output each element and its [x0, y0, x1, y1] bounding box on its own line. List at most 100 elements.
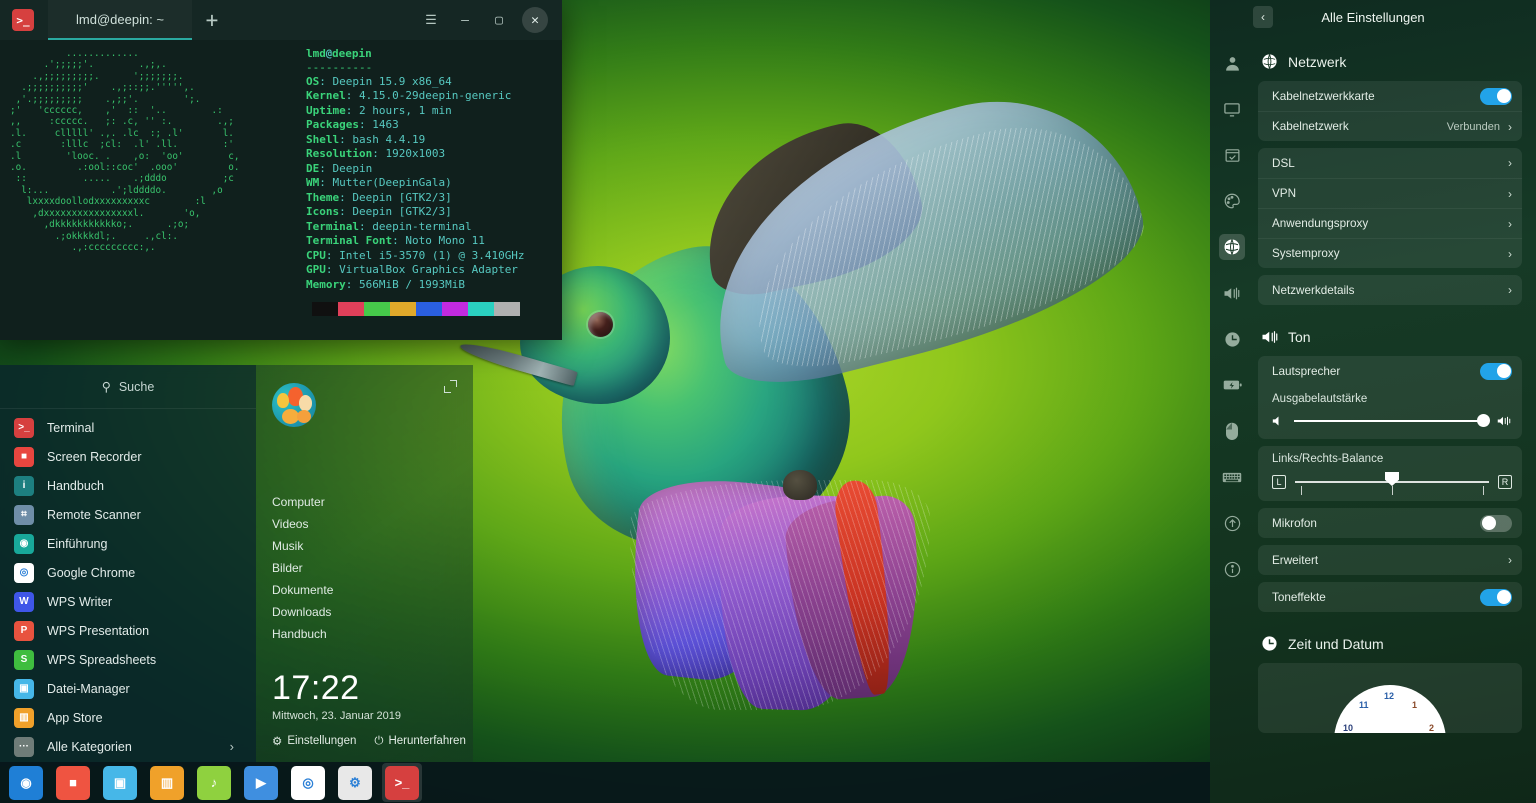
launcher-place-item[interactable]: Downloads — [272, 601, 473, 623]
settings-rail-default-apps[interactable] — [1219, 142, 1245, 168]
launcher-app-item[interactable]: iHandbuch — [0, 471, 256, 500]
dock-item-music[interactable]: ♪ — [194, 763, 234, 802]
settings-row[interactable]: Systemproxy› — [1258, 238, 1522, 268]
speaker-row[interactable]: Lautsprecher — [1258, 356, 1522, 386]
sound-card-effects: Toneffekte — [1258, 582, 1522, 612]
settings-toggle[interactable] — [1480, 88, 1512, 105]
settings-row[interactable]: DSL› — [1258, 148, 1522, 178]
dock-item-chrome[interactable]: ◎ — [288, 763, 328, 802]
new-tab-button[interactable]: + — [192, 0, 232, 40]
advanced-row[interactable]: Erweitert › — [1258, 545, 1522, 575]
launcher-app-label: Google Chrome — [47, 566, 135, 580]
settings-row[interactable]: Anwendungsproxy› — [1258, 208, 1522, 238]
sound-effects-row[interactable]: Toneffekte — [1258, 582, 1522, 612]
launcher-app-list: >_Terminal■Screen RecorderiHandbuch⌗Remo… — [0, 409, 256, 761]
settings-rail-keyboard[interactable] — [1219, 464, 1245, 490]
application-launcher[interactable]: ⚲ Suche >_Terminal■Screen RecorderiHandb… — [0, 365, 473, 766]
hummingbird-wing-dark — [687, 111, 933, 303]
volume-label: Ausgabelautstärke — [1272, 393, 1512, 405]
launcher-place-item[interactable]: Dokumente — [272, 579, 473, 601]
settings-row-label: VPN — [1272, 187, 1296, 200]
settings-row[interactable]: Netzwerkdetails› — [1258, 275, 1522, 305]
launcher-place-item[interactable]: Computer — [272, 491, 473, 513]
volume-slider[interactable] — [1294, 420, 1488, 422]
neofetch-row: OS: Deepin 15.9 x86_64 — [306, 75, 525, 90]
launcher-app-item[interactable]: ◉Einführung — [0, 529, 256, 558]
balance-right-label: R — [1498, 475, 1512, 489]
settings-rail-display[interactable] — [1219, 96, 1245, 122]
launcher-app-item[interactable]: PWPS Presentation — [0, 616, 256, 645]
settings-row[interactable]: VPN› — [1258, 178, 1522, 208]
close-button[interactable]: ✕ — [522, 7, 548, 33]
terminal-color-palette — [312, 302, 525, 316]
page-title: Alle Einstellungen — [1210, 10, 1536, 25]
settings-content: Netzwerk Kabelnetzwerkkarte Kabelnetzwerk… — [1254, 34, 1536, 803]
app-store-icon: ▥ — [14, 708, 34, 728]
launcher-app-item[interactable]: ···Alle Kategorien› — [0, 732, 256, 761]
launcher-app-item[interactable]: ▥App Store — [0, 703, 256, 732]
launcher-place-item[interactable]: Musik — [272, 535, 473, 557]
app-store-icon: ▥ — [150, 766, 184, 800]
dock-item-app-store[interactable]: ▥ — [147, 763, 187, 802]
neofetch-value: deepin-terminal — [372, 220, 471, 233]
microphone-row[interactable]: Mikrofon — [1258, 508, 1522, 538]
launcher-app-item[interactable]: ■Screen Recorder — [0, 442, 256, 471]
terminal-titlebar[interactable]: >_ lmd@deepin: ~ + ☰ — ▢ ✕ — [0, 0, 562, 40]
dock-item-screen-recorder[interactable]: ■ — [53, 763, 93, 802]
launcher-app-label: Handbuch — [47, 479, 104, 493]
clock-number-11: 11 — [1359, 700, 1369, 710]
settings-row[interactable]: KabelnetzwerkVerbunden› — [1258, 111, 1522, 141]
launcher-app-item[interactable]: WWPS Writer — [0, 587, 256, 616]
terminal-output[interactable]: ............. .';;;;;'. .,;,. .,;;;;;;;;… — [0, 40, 562, 316]
settings-rail-sound[interactable] — [1219, 280, 1245, 306]
launcher-app-item[interactable]: ⌗Remote Scanner — [0, 500, 256, 529]
launcher-app-label: WPS Presentation — [47, 624, 149, 638]
terminal-icon: >_ — [12, 9, 34, 31]
neofetch-value: Intel i5-3570 (1) @ 3.410GHz — [339, 249, 524, 262]
settings-row-value: Verbunden — [1447, 121, 1500, 133]
search-input[interactable]: ⚲ Suche — [0, 365, 256, 409]
balance-slider[interactable] — [1295, 481, 1489, 483]
dock-item-control-center[interactable]: ⚙ — [335, 763, 375, 802]
settings-rail-personalization[interactable] — [1219, 188, 1245, 214]
minimize-button[interactable]: — — [448, 3, 482, 37]
section-network-title: Netzwerk — [1288, 54, 1346, 70]
neofetch-row: Icons: Deepin [GTK2/3] — [306, 205, 525, 220]
microphone-toggle[interactable] — [1480, 515, 1512, 532]
settings-rail-network[interactable] — [1219, 234, 1245, 260]
launcher-app-item[interactable]: ◎Google Chrome — [0, 558, 256, 587]
speaker-toggle[interactable] — [1480, 363, 1512, 380]
dock-item-movie[interactable]: ▶ — [241, 763, 281, 802]
dock-item-launcher[interactable]: ◉ — [6, 763, 46, 802]
launcher-app-item[interactable]: ▣Datei-Manager — [0, 674, 256, 703]
avatar[interactable] — [272, 383, 316, 427]
settings-row[interactable]: Kabelnetzwerkkarte — [1258, 81, 1522, 111]
launcher-place-item[interactable]: Handbuch — [272, 623, 473, 645]
settings-button[interactable]: ⚙ Einstellungen — [272, 734, 356, 748]
settings-rail-update[interactable] — [1219, 510, 1245, 536]
settings-rail-mouse[interactable] — [1219, 418, 1245, 444]
settings-rail-power[interactable] — [1219, 372, 1245, 398]
launcher-app-item[interactable]: SWPS Spreadsheets — [0, 645, 256, 674]
launcher-place-item[interactable]: Videos — [272, 513, 473, 535]
neofetch-key: WM — [306, 176, 319, 189]
analog-clock-card[interactable]: 12 1 2 10 11 — [1258, 663, 1522, 733]
settings-row-label: Kabelnetzwerkkarte — [1272, 90, 1375, 103]
launcher-app-item[interactable]: >_Terminal — [0, 413, 256, 442]
terminal-window[interactable]: >_ lmd@deepin: ~ + ☰ — ▢ ✕ .............… — [0, 0, 562, 340]
terminal-tab[interactable]: lmd@deepin: ~ — [48, 0, 192, 40]
settings-rail-datetime[interactable] — [1219, 326, 1245, 352]
maximize-button[interactable]: ▢ — [482, 3, 516, 37]
dock-item-file-manager[interactable]: ▣ — [100, 763, 140, 802]
sound-effects-toggle[interactable] — [1480, 589, 1512, 606]
hamburger-icon[interactable]: ☰ — [414, 3, 448, 37]
settings-rail-system-info[interactable] — [1219, 556, 1245, 582]
shutdown-button[interactable]: ⏻ Herunterfahren — [374, 735, 465, 748]
launcher-app-label: WPS Spreadsheets — [47, 653, 156, 667]
launcher-place-item[interactable]: Bilder — [272, 557, 473, 579]
dock-item-terminal[interactable]: >_ — [382, 763, 422, 802]
expand-icon[interactable] — [444, 380, 457, 393]
neofetch-key: CPU — [306, 249, 326, 262]
neofetch-row: WM: Mutter(DeepinGala) — [306, 176, 525, 191]
settings-rail-account[interactable] — [1219, 50, 1245, 76]
